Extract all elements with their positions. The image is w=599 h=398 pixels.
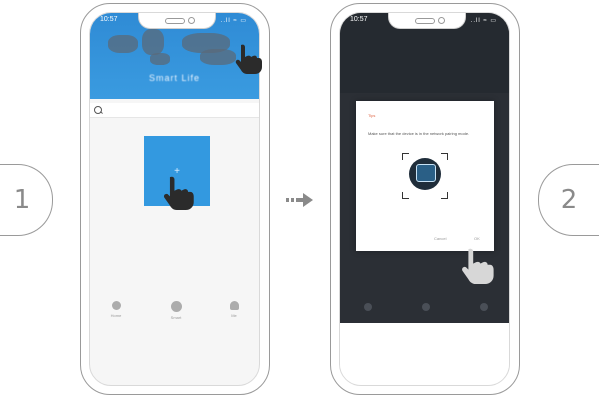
search-row[interactable] bbox=[90, 103, 259, 118]
pairing-dialog: Tips Make sure that the device is in the… bbox=[356, 101, 494, 251]
device-icon bbox=[402, 153, 448, 199]
nav-item-me[interactable]: Me bbox=[214, 301, 254, 318]
pointing-hand-icon bbox=[235, 44, 262, 74]
next-step-arrow-icon bbox=[286, 193, 313, 207]
dialog-message: Make sure that the device is in the netw… bbox=[368, 131, 470, 136]
status-time: 10:57 bbox=[100, 16, 118, 23]
home-icon bbox=[111, 301, 121, 310]
nav-label: Home bbox=[110, 313, 122, 318]
phone-2-screen: 10:57 ..ll ≈ ▭ Tips Make sure that the d… bbox=[339, 12, 510, 386]
step-1-number: 1 bbox=[13, 185, 31, 215]
speaker-grill bbox=[165, 18, 185, 24]
ok-button[interactable]: OK bbox=[474, 236, 480, 241]
nav-item-home[interactable]: Home bbox=[96, 301, 136, 318]
dim-bottom-nav bbox=[340, 298, 509, 318]
smart-icon bbox=[170, 301, 182, 312]
phone-step-2: 10:57 ..ll ≈ ▭ Tips Make sure that the d… bbox=[330, 3, 520, 395]
signal-wifi-battery-icons: ..ll ≈ ▭ bbox=[220, 18, 247, 24]
search-icon[interactable] bbox=[94, 106, 102, 114]
nav-label: Smart bbox=[170, 315, 182, 320]
status-time: 10:57 bbox=[350, 16, 368, 23]
pointing-hand-icon bbox=[462, 248, 494, 284]
nav-item-smart[interactable]: Smart bbox=[156, 301, 196, 320]
profile-icon bbox=[229, 301, 239, 310]
signal-wifi-battery-icons: ..ll ≈ ▭ bbox=[470, 18, 497, 24]
step-2-badge: 2 bbox=[538, 164, 599, 236]
step-2-number: 2 bbox=[560, 185, 578, 215]
speaker-grill bbox=[415, 18, 435, 24]
camera-icon bbox=[188, 17, 195, 24]
cancel-button[interactable]: Cancel bbox=[434, 236, 446, 241]
phone-step-1: Smart Life 10:57 ..ll ≈ ▭ + Home Smart M… bbox=[80, 3, 270, 395]
header-title: Smart Life bbox=[148, 73, 200, 83]
screen-bottom bbox=[340, 323, 509, 385]
step-1-badge: 1 bbox=[0, 164, 53, 236]
camera-icon bbox=[438, 17, 445, 24]
pointing-hand-icon bbox=[163, 176, 194, 210]
phone-notch bbox=[138, 13, 216, 29]
phone-notch bbox=[388, 13, 466, 29]
dialog-title: Tips bbox=[368, 113, 376, 118]
add-icon: + bbox=[174, 165, 180, 177]
bottom-nav: Home Smart Me bbox=[90, 295, 259, 335]
nav-label: Me bbox=[231, 313, 237, 318]
